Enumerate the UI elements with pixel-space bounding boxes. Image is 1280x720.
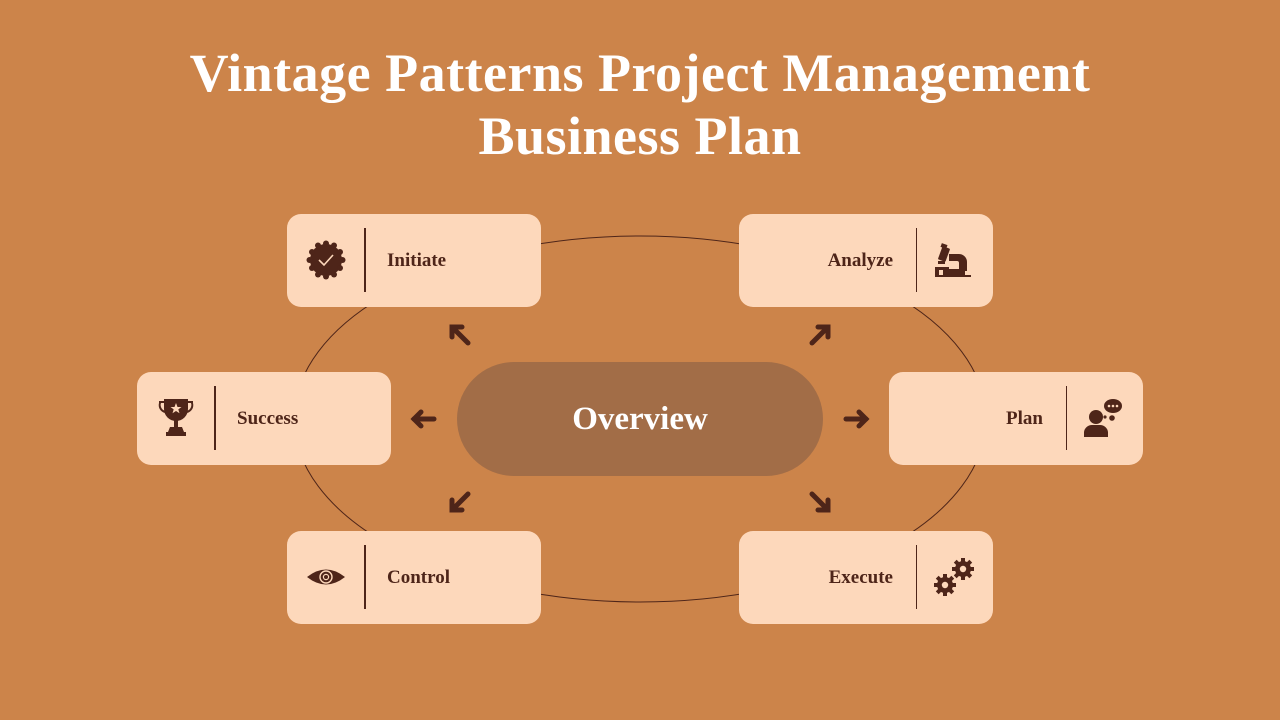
card-label: Plan <box>1006 408 1043 429</box>
card-label: Control <box>387 567 450 588</box>
arrow-down-right-icon <box>809 491 831 513</box>
card-label: Initiate <box>387 250 447 271</box>
card-label: Analyze <box>827 250 893 271</box>
card-label: Execute <box>828 567 893 588</box>
badge-check-icon <box>306 240 346 280</box>
overview-center[interactable]: Overview <box>457 362 823 476</box>
card-analyze[interactable]: Analyze <box>739 214 993 307</box>
trophy-icon <box>158 399 194 436</box>
eye-icon <box>307 569 345 585</box>
arrow-up-left-icon <box>449 324 471 346</box>
microscope-icon <box>935 243 971 277</box>
card-divider <box>1065 386 1067 450</box>
arrow-up-right-icon <box>809 324 831 346</box>
card-divider <box>214 386 216 450</box>
card-divider <box>364 228 366 292</box>
card-success[interactable]: Success <box>137 372 391 465</box>
card-plan[interactable]: Plan <box>889 372 1143 465</box>
card-control[interactable]: Control <box>287 531 541 624</box>
thinking-person-icon <box>1084 399 1122 437</box>
title-line-2: Business Plan <box>478 106 802 166</box>
card-initiate[interactable]: Initiate <box>287 214 541 307</box>
card-execute[interactable]: Execute <box>739 531 993 624</box>
card-divider <box>915 228 917 292</box>
gears-icon <box>934 558 974 596</box>
card-label: Success <box>237 408 299 429</box>
card-divider <box>364 545 366 609</box>
page-title: Vintage Patterns Project Management Busi… <box>0 42 1280 168</box>
arrow-right-icon <box>843 409 870 429</box>
arrow-left-icon <box>410 409 437 429</box>
card-divider <box>915 545 917 609</box>
title-line-1: Vintage Patterns Project Management <box>189 43 1091 103</box>
arrow-down-left-icon <box>449 491 471 513</box>
